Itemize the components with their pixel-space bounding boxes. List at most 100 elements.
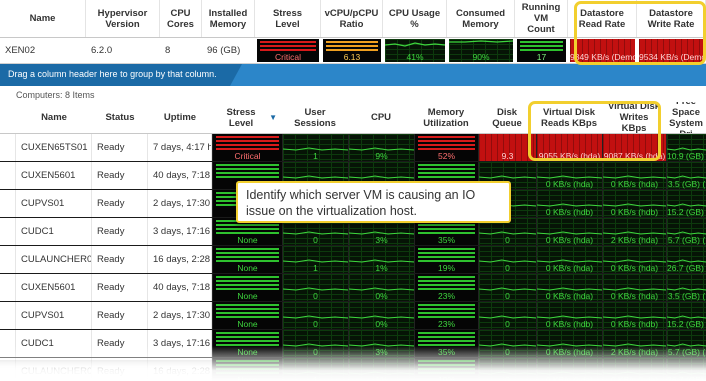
vm-disk-reads-meter: 0 KB/s (hda) — [536, 246, 602, 273]
column-header-running-vm-count[interactable]: Running VM Count — [515, 0, 568, 37]
host-vcpu-ratio-value: 6.13 — [343, 52, 361, 62]
sparkline — [479, 259, 536, 263]
vm-free-space-meter: 3.5 (GB) ( — [666, 162, 706, 189]
column-header-name[interactable]: Name — [0, 0, 86, 37]
column-header-uptime[interactable]: Uptime — [148, 102, 212, 133]
sparkline — [667, 315, 706, 319]
column-header-memory-utilization[interactable]: Memory Utilization — [414, 102, 478, 133]
vm-name: CUXEN5601 — [16, 162, 92, 189]
host-stress-value: Critical — [275, 52, 301, 62]
vm-memory-meter-value: 23% — [437, 319, 455, 329]
vm-free-space-meter: 10.9 (GB) ( — [666, 134, 706, 161]
sparkline — [667, 203, 706, 207]
row-indicator[interactable] — [0, 134, 16, 161]
vm-disk-writes-meter: 0 KB/s (hda) — [602, 246, 666, 273]
row-indicator[interactable] — [0, 190, 16, 217]
vm-free-space-meter: 3.5 (GB) ( — [666, 274, 706, 301]
row-indicator[interactable] — [0, 302, 16, 329]
vm-disk-writes-meter-value: 0 KB/s (hda) — [610, 179, 659, 189]
vm-stress-meter-value: Critical — [234, 151, 261, 161]
vm-cpu-meter-value: 0% — [375, 291, 388, 301]
column-header-name[interactable]: Name — [16, 102, 92, 133]
column-header-disk-queue[interactable]: Disk Queue — [478, 102, 536, 133]
row-indicator[interactable] — [0, 162, 16, 189]
vm-sessions-meter-value: 1 — [313, 151, 318, 161]
sparkline — [283, 231, 348, 235]
vm-disk-writes-meter: 0 KB/s (hdb) — [602, 302, 666, 329]
vm-memory-meter-value: 23% — [437, 291, 455, 301]
column-header-virtual-disk-writes[interactable]: Virtual Disk Writes KBps — [602, 102, 666, 133]
vm-free-space-meter: 5.7 (GB) ( — [666, 218, 706, 245]
sparkline — [537, 287, 602, 291]
sparkline — [349, 287, 414, 291]
stress-level-label: Stress Level — [226, 106, 256, 129]
column-header-vcpu-ratio[interactable]: vCPU/pCPU Ratio — [321, 0, 383, 37]
vm-table-row[interactable]: CULAUNCHER02Ready16 days, 2:28 h... None 1… — [0, 246, 706, 274]
column-header-stress-level[interactable]: Stress Level ▼ — [212, 102, 282, 133]
vm-grid-header: Name Status Uptime Stress Level ▼ User S… — [0, 102, 706, 134]
vm-uptime: 40 days, 7:18 h... — [148, 162, 212, 189]
column-header-cpu-usage[interactable]: CPU Usage % — [383, 0, 447, 37]
column-header-installed-memory[interactable]: Installed Memory — [202, 0, 255, 37]
vm-cpu-meter: 1% — [348, 246, 414, 273]
vm-sessions-meter: 1 — [282, 134, 348, 161]
host-datastore-write-meter: 9534 KB/s (Demo — [637, 38, 706, 63]
host-row[interactable]: XEN02 6.2.0 8 96 (GB) Critical 6.13 41% … — [0, 38, 706, 64]
row-indicator[interactable] — [0, 246, 16, 273]
row-indicator[interactable] — [0, 218, 16, 245]
vm-cpu-meter-value: 3% — [375, 235, 388, 245]
column-header-cpu[interactable]: CPU — [348, 102, 414, 133]
vm-disk-reads-meter-value: 0 KB/s (hda) — [545, 263, 594, 273]
column-header-virtual-disk-reads[interactable]: Virtual Disk Reads KBps — [536, 102, 602, 133]
sort-descending-icon[interactable]: ▼ — [269, 112, 277, 123]
vm-disk-writes-meter-value: 0 KB/s (hda) — [610, 291, 659, 301]
vm-status: Ready — [92, 246, 148, 273]
row-indicator[interactable] — [0, 274, 16, 301]
column-header-stress-level[interactable]: Stress Level — [255, 0, 321, 37]
vm-table-row[interactable]: CUXEN65TS01Ready7 days, 4:17 ho... Critic… — [0, 134, 706, 162]
group-by-hint: Drag a column header here to group by th… — [8, 69, 217, 79]
host-vm-count-value: 17 — [536, 52, 547, 62]
vm-disk-writes-meter-value: 0 KB/s (hdb) — [610, 319, 659, 329]
sparkline — [479, 231, 536, 235]
column-header-free-space[interactable]: Free Space System Dri — [666, 102, 706, 133]
vm-disk-writes-meter: 0 KB/s (hda) — [602, 274, 666, 301]
group-by-drop-area — [230, 64, 706, 86]
vm-memory-meter-value: 52% — [437, 151, 455, 161]
host-cpu-usage-value: 41% — [406, 52, 424, 62]
vm-disk-reads-meter: 0 KB/s (hda) — [536, 162, 602, 189]
column-header-hypervisor-version[interactable]: Hypervisor Version — [86, 0, 160, 37]
vm-disk-queue-meter-value: 0 — [505, 319, 510, 329]
host-cpu-usage-meter: 41% — [383, 38, 447, 63]
vm-sessions-meter: 1 — [282, 246, 348, 273]
column-header-datastore-write-rate[interactable]: Datastore Write Rate — [637, 0, 706, 37]
vm-cpu-meter-value: 1% — [375, 263, 388, 273]
column-header-user-sessions[interactable]: User Sessions — [282, 102, 348, 133]
sparkline — [283, 287, 348, 291]
vm-free-space-meter-value: 3.5 (GB) ( — [667, 291, 706, 301]
vm-disk-reads-meter: 0 KB/s (hdb) — [536, 302, 602, 329]
column-header-cpu-cores[interactable]: CPU Cores — [160, 0, 202, 37]
column-header-consumed-memory[interactable]: Consumed Memory — [447, 0, 515, 37]
vm-stress-meter-value: None — [237, 319, 258, 329]
sparkline — [537, 175, 602, 179]
host-grid-header: Name Hypervisor Version CPU Cores Instal… — [0, 0, 706, 38]
sparkline — [479, 175, 536, 179]
column-header-datastore-read-rate[interactable]: Datastore Read Rate — [568, 0, 637, 37]
vm-stress-meter-value: None — [237, 291, 258, 301]
vm-table-row[interactable]: CUPVS01Ready2 days, 17:30 h... None 0 0% 23%… — [0, 302, 706, 330]
column-header-status[interactable]: Status — [92, 102, 148, 133]
vm-stress-meter: None — [212, 246, 282, 273]
vm-table-row[interactable]: CUXEN5601Ready40 days, 7:18 h... None 0 0% 2… — [0, 274, 706, 302]
vm-free-space-meter: 15.2 (GB) ( — [666, 190, 706, 217]
vm-disk-writes-meter-value: 9087 KB/s (hda) — [603, 151, 666, 161]
sparkline — [537, 315, 602, 319]
sparkline — [283, 175, 348, 179]
sparkline — [537, 259, 602, 263]
sparkline — [537, 203, 602, 207]
sparkline — [349, 315, 414, 319]
vm-status: Ready — [92, 162, 148, 189]
vm-sessions-meter-value: 0 — [313, 291, 318, 301]
computers-count: Computers: 8 Items — [16, 90, 95, 100]
group-by-bar[interactable]: Drag a column header here to group by th… — [0, 64, 706, 86]
